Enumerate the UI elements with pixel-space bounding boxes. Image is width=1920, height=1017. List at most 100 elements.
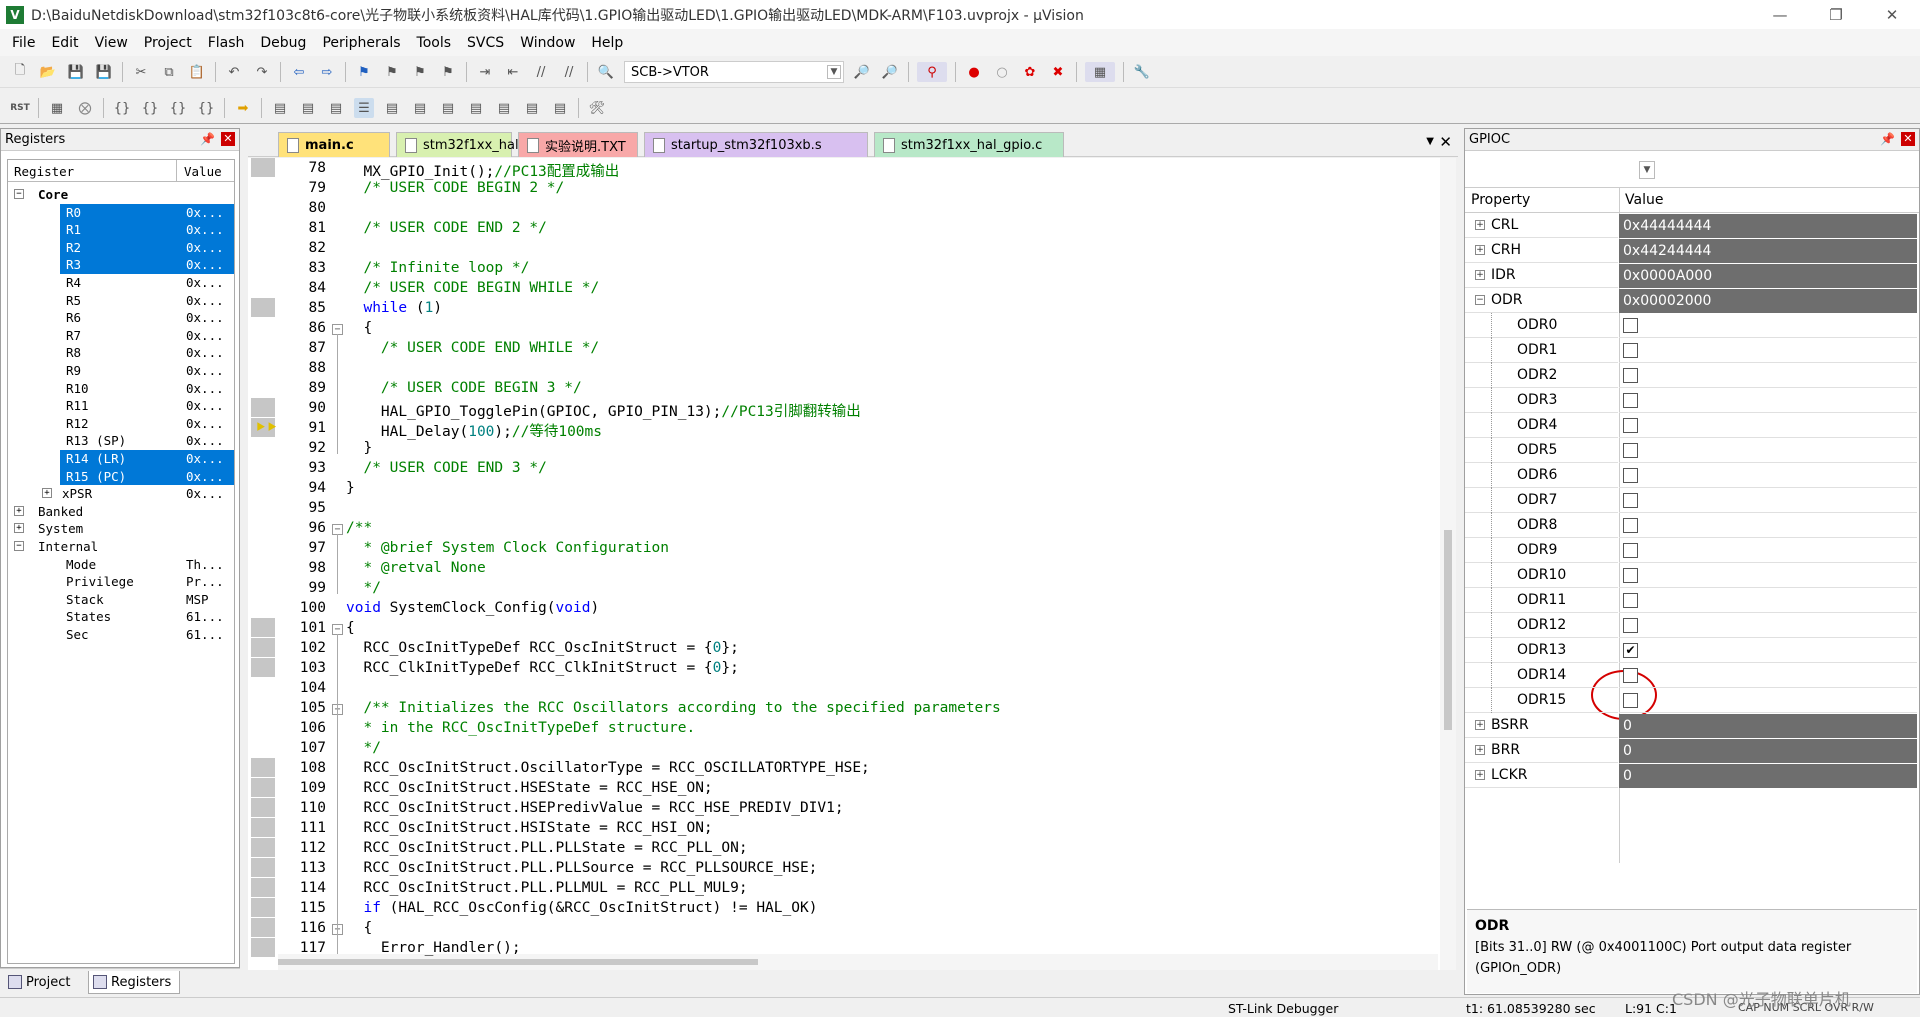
tab-stm32f1xx-hal-c[interactable]: stm32f1xx_hal.c (396, 132, 530, 157)
open-folder-icon[interactable]: 📂 (38, 62, 58, 82)
register-row[interactable]: + xPSR 0x... (8, 485, 234, 503)
code-line[interactable]: 79 /* USER CODE BEGIN 2 */ (248, 180, 1448, 200)
run-to-cursor-icon[interactable]: {} (196, 98, 216, 118)
register-row[interactable]: Stack MSP (8, 591, 234, 609)
disassembly-window-icon[interactable]: ▤ (298, 98, 318, 118)
code-line[interactable]: 89 /* USER CODE BEGIN 3 */ (248, 380, 1448, 400)
peripheral-register-row[interactable]: + BSRR 0 (1465, 713, 1917, 738)
odr-bit-row[interactable]: ODR6 (1465, 463, 1917, 488)
disable-breakpoint-icon[interactable]: ○ (992, 62, 1012, 82)
odr-bit-row[interactable]: ODR1 (1465, 338, 1917, 363)
code-line[interactable]: 98 * @retval None (248, 560, 1448, 580)
tab-startup-stm32f103xb-s[interactable]: startup_stm32f103xb.s (644, 132, 868, 157)
paste-icon[interactable]: 📋 (187, 62, 207, 82)
code-line[interactable]: 85 while (1) (248, 300, 1448, 320)
register-row[interactable]: States 61... (8, 608, 234, 626)
register-value-cell[interactable]: 0x0000A000 (1619, 263, 1917, 288)
expand-icon[interactable]: + (1475, 270, 1485, 280)
register-value-cell[interactable]: 0 (1619, 713, 1917, 738)
tab-stm32f1xx-hal-gpio-c[interactable]: stm32f1xx_hal_gpio.c (874, 132, 1064, 157)
register-row[interactable]: R12 0x... (8, 415, 234, 433)
odr-bit-row[interactable]: ODR5 (1465, 438, 1917, 463)
odr-bit-checkbox[interactable] (1623, 392, 1638, 408)
code-line[interactable]: 87 /* USER CODE END WHILE */ (248, 340, 1448, 360)
register-row[interactable]: R2 0x... (8, 238, 234, 257)
step-over-icon[interactable]: {} (140, 98, 160, 118)
pin-icon[interactable]: 📌 (1880, 132, 1895, 146)
tab-main-c[interactable]: main.c (278, 132, 390, 157)
collapse-icon[interactable]: − (14, 189, 24, 199)
menu-edit[interactable]: Edit (43, 35, 86, 51)
memory-window-icon[interactable]: ▤ (438, 98, 458, 118)
odr-bit-row[interactable]: ODR14 (1465, 663, 1917, 688)
reset-icon[interactable]: RST (10, 98, 30, 118)
code-line[interactable]: 91 HAL_Delay(100);//等待100ms (248, 420, 1448, 440)
code-line[interactable]: 92 } (248, 440, 1448, 460)
close-icon[interactable]: ✕ (221, 132, 235, 146)
odr-bit-row[interactable]: ODR11 (1465, 588, 1917, 613)
bookmark-icon[interactable]: ⚑ (354, 62, 374, 82)
odr-bit-checkbox[interactable] (1623, 417, 1638, 433)
code-line[interactable]: 84 /* USER CODE BEGIN WHILE */ (248, 280, 1448, 300)
code-line[interactable]: 114 RCC_OscInitStruct.PLL.PLLMUL = RCC_P… (248, 880, 1448, 900)
unindent-icon[interactable]: ⇤ (503, 62, 523, 82)
odr-bit-checkbox[interactable] (1623, 342, 1638, 358)
expand-icon[interactable]: + (14, 505, 24, 516)
code-line[interactable]: 99 */ (248, 580, 1448, 600)
debug-session-icon[interactable]: ⚲ (917, 62, 947, 82)
odr-bit-row[interactable]: ODR3 (1465, 388, 1917, 413)
serial-window-icon[interactable]: ▤ (466, 98, 486, 118)
code-line[interactable]: 82 (248, 240, 1448, 260)
odr-bit-row[interactable]: ODR15 (1465, 688, 1917, 713)
clear-bookmarks-icon[interactable]: ⚑ (438, 62, 458, 82)
peripheral-register-row[interactable]: + BRR 0 (1465, 738, 1917, 763)
cut-icon[interactable]: ✂ (131, 62, 151, 82)
expand-icon[interactable]: + (1475, 770, 1485, 780)
code-line[interactable]: 106 * in the RCC_OscInitTypeDef structur… (248, 720, 1448, 740)
system-viewer-icon[interactable]: ▤ (550, 98, 570, 118)
odr-bit-checkbox[interactable] (1623, 492, 1638, 508)
register-value-cell[interactable]: 0 (1619, 763, 1917, 788)
code-line[interactable]: 100 void SystemClock_Config(void) (248, 600, 1448, 620)
code-line[interactable]: 83 /* Infinite loop */ (248, 260, 1448, 280)
code-line[interactable]: 78 MX_GPIO_Init();//PC13配置成输出 (248, 160, 1448, 180)
menu-tools[interactable]: Tools (409, 35, 460, 51)
code-editor[interactable]: 78 MX_GPIO_Init();//PC13配置成输出 79 /* USER … (248, 158, 1456, 970)
register-row[interactable]: R10 0x... (8, 380, 234, 398)
save-icon[interactable]: 💾 (66, 62, 86, 82)
register-row[interactable]: − Internal (8, 538, 234, 556)
odr-bit-row[interactable]: ODR10 (1465, 563, 1917, 588)
watch-window-icon[interactable]: ▤ (410, 98, 430, 118)
register-row[interactable]: − Core (8, 186, 234, 204)
peripheral-register-row[interactable]: + LCKR 0 (1465, 763, 1917, 788)
minimize-button[interactable]: — (1752, 0, 1808, 29)
odr-bit-row[interactable]: ODR9 (1465, 538, 1917, 563)
find-combo[interactable]: SCB->VTOR ▼ (624, 61, 844, 83)
code-line[interactable]: 117 Error_Handler(); (248, 940, 1448, 960)
peripheral-register-row[interactable]: + CRH 0x44244444 (1465, 238, 1917, 263)
nav-back-icon[interactable]: ⇦ (289, 62, 309, 82)
save-all-icon[interactable]: 💾 (94, 62, 114, 82)
expand-icon[interactable]: + (1475, 245, 1485, 255)
close-tab-icon[interactable]: ✕ (1439, 133, 1452, 151)
odr-bit-checkbox[interactable] (1623, 542, 1638, 558)
pin-icon[interactable]: 📌 (200, 132, 215, 146)
odr-bit-checkbox[interactable] (1623, 692, 1638, 708)
expand-icon[interactable]: + (14, 523, 24, 534)
stop-icon[interactable]: ⨂ (75, 98, 95, 118)
collapse-icon[interactable]: − (1475, 295, 1485, 305)
menu-svcs[interactable]: SVCS (459, 35, 512, 51)
register-row[interactable]: Sec 61... (8, 626, 234, 644)
expand-icon[interactable]: + (1475, 720, 1485, 730)
symbols-window-icon[interactable]: ▤ (326, 98, 346, 118)
column-header-value[interactable]: Value (184, 164, 222, 179)
show-next-statement-icon[interactable]: ➡ (233, 98, 253, 118)
breakpoint-icon[interactable]: ● (964, 62, 984, 82)
odr-bit-checkbox[interactable] (1623, 517, 1638, 533)
register-row[interactable]: R6 0x... (8, 309, 234, 327)
odr-bit-checkbox[interactable] (1623, 367, 1638, 383)
odr-bit-checkbox[interactable] (1623, 567, 1638, 583)
register-row[interactable]: R7 0x... (8, 327, 234, 345)
configure-icon[interactable]: 🔧 (1132, 62, 1152, 82)
restore-button[interactable]: ❐ (1808, 0, 1864, 29)
